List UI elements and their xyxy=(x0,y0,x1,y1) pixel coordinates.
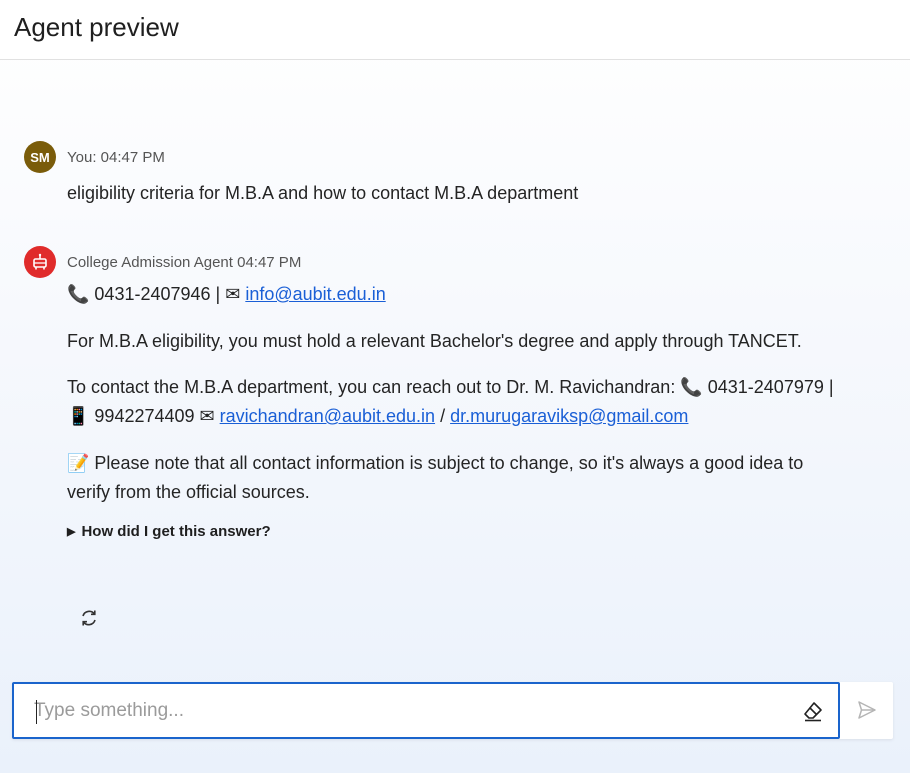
regenerate-button[interactable] xyxy=(78,607,100,629)
answer-details-label: How did I get this answer? xyxy=(81,523,271,540)
page-title: Agent preview xyxy=(14,12,179,42)
agent-phone: 0431-2407946 | xyxy=(89,284,226,304)
disclosure-triangle-icon: ▶ xyxy=(67,526,76,538)
contact-intro-text: To contact the M.B.A department, you can… xyxy=(67,377,681,397)
agent-note-text: Please note that all contact information… xyxy=(67,453,804,502)
email-link-gmail[interactable]: dr.murugaraviksp@gmail.com xyxy=(450,406,688,426)
user-message-text: eligibility criteria for M.B.A and how t… xyxy=(67,183,579,203)
agent-avatar xyxy=(24,246,56,278)
dept-phone: 0431-2407979 | xyxy=(702,377,834,397)
send-icon xyxy=(858,701,876,719)
dept-mobile: 9942274409 xyxy=(89,406,200,426)
mail-icon: ✉ xyxy=(225,284,241,305)
mobile-icon: 📱 xyxy=(67,406,90,427)
agent-message: College Admission Agent 04:47 PM 📞 0431-… xyxy=(24,246,844,546)
text-caret xyxy=(36,700,37,724)
clear-button[interactable] xyxy=(802,700,824,722)
mail-icon: ✉ xyxy=(199,406,215,427)
email-separator: / xyxy=(435,406,451,426)
agent-note-paragraph: 📝 Please note that all contact informati… xyxy=(67,449,844,506)
agent-eligibility-text: For M.B.A eligibility, you must hold a r… xyxy=(67,331,802,351)
user-message-meta: You: 04:47 PM xyxy=(67,148,165,166)
composer xyxy=(12,682,893,739)
answer-details-toggle[interactable]: ▶ How did I get this answer? xyxy=(67,518,844,546)
user-avatar: SM xyxy=(24,141,56,173)
refresh-icon xyxy=(82,610,96,626)
email-link-info[interactable]: info@aubit.edu.in xyxy=(245,284,385,304)
agent-message-meta: College Admission Agent 04:47 PM xyxy=(67,253,302,271)
robot-icon xyxy=(33,253,47,270)
message-input[interactable] xyxy=(34,697,774,725)
email-link-ravichandran[interactable]: ravichandran@aubit.edu.in xyxy=(220,406,435,426)
header: Agent preview xyxy=(0,0,910,60)
memo-icon: 📝 xyxy=(67,453,90,474)
phone-icon: 📞 xyxy=(67,284,90,305)
eraser-icon xyxy=(804,702,822,722)
phone-icon: 📞 xyxy=(680,377,703,398)
agent-contact-line: 📞 0431-2407946 | ✉ info@aubit.edu.in xyxy=(67,280,844,309)
user-message: SM You: 04:47 PM eligibility criteria fo… xyxy=(24,141,844,207)
message-input-box[interactable] xyxy=(12,682,840,739)
send-button[interactable] xyxy=(856,699,878,721)
agent-contact-paragraph: To contact the M.B.A department, you can… xyxy=(67,373,844,431)
